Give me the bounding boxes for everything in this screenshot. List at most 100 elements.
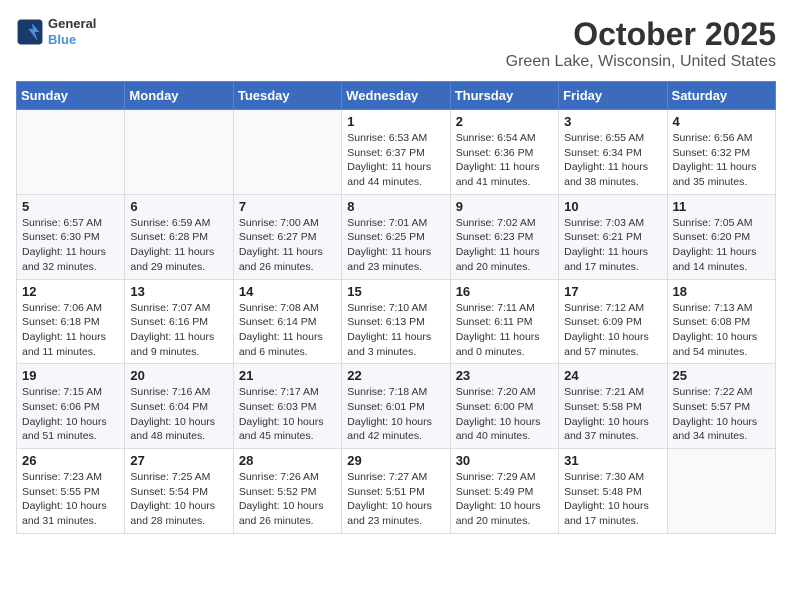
day-info: Sunrise: 7:23 AM Sunset: 5:55 PM Dayligh… — [22, 470, 119, 529]
calendar-cell: 26 Sunrise: 7:23 AM Sunset: 5:55 PM Dayli… — [17, 449, 125, 534]
calendar-cell: 22 Sunrise: 7:18 AM Sunset: 6:01 PM Dayli… — [342, 364, 450, 449]
day-info: Sunrise: 7:20 AM Sunset: 6:00 PM Dayligh… — [456, 385, 553, 444]
calendar-cell: 10 Sunrise: 7:03 AM Sunset: 6:21 PM Dayli… — [559, 194, 667, 279]
calendar-cell: 6 Sunrise: 6:59 AM Sunset: 6:28 PM Daylig… — [125, 194, 233, 279]
day-number: 26 — [22, 453, 119, 468]
day-number: 3 — [564, 114, 661, 129]
day-number: 28 — [239, 453, 336, 468]
calendar-week-row: 26 Sunrise: 7:23 AM Sunset: 5:55 PM Dayli… — [17, 449, 776, 534]
day-info: Sunrise: 6:55 AM Sunset: 6:34 PM Dayligh… — [564, 131, 661, 190]
calendar-cell: 13Sunrise: 7:07 AM Sunset: 6:16 PM Dayli… — [125, 279, 233, 364]
calendar-cell: 20Sunrise: 7:16 AM Sunset: 6:04 PM Dayli… — [125, 364, 233, 449]
day-number: 16 — [456, 284, 553, 299]
calendar-cell: 16Sunrise: 7:11 AM Sunset: 6:11 PM Dayli… — [450, 279, 558, 364]
day-info: Sunrise: 7:13 AM Sunset: 6:08 PM Dayligh… — [673, 301, 770, 360]
calendar-cell — [233, 110, 341, 195]
calendar-header-row: SundayMondayTuesdayWednesdayThursdayFrid… — [17, 82, 776, 110]
calendar-cell: 18 Sunrise: 7:13 AM Sunset: 6:08 PM Dayli… — [667, 279, 775, 364]
day-info: Sunrise: 7:03 AM Sunset: 6:21 PM Dayligh… — [564, 216, 661, 275]
calendar-cell: 24 Sunrise: 7:21 AM Sunset: 5:58 PM Dayli… — [559, 364, 667, 449]
calendar-cell: 12 Sunrise: 7:06 AM Sunset: 6:18 PM Dayli… — [17, 279, 125, 364]
day-info: Sunrise: 7:22 AM Sunset: 5:57 PM Dayligh… — [673, 385, 770, 444]
calendar-cell: 4 Sunrise: 6:56 AM Sunset: 6:32 PM Daylig… — [667, 110, 775, 195]
day-info: Sunrise: 6:54 AM Sunset: 6:36 PM Dayligh… — [456, 131, 553, 190]
weekday-header: Tuesday — [233, 82, 341, 110]
day-number: 10 — [564, 199, 661, 214]
weekday-header: Monday — [125, 82, 233, 110]
day-number: 20 — [130, 368, 227, 383]
calendar-table: SundayMondayTuesdayWednesdayThursdayFrid… — [16, 81, 776, 534]
day-info: Sunrise: 7:06 AM Sunset: 6:18 PM Dayligh… — [22, 301, 119, 360]
day-info: Sunrise: 7:18 AM Sunset: 6:01 PM Dayligh… — [347, 385, 444, 444]
page-subtitle: Green Lake, Wisconsin, United States — [506, 53, 776, 71]
weekday-header: Thursday — [450, 82, 558, 110]
day-number: 27 — [130, 453, 227, 468]
calendar-week-row: 19 Sunrise: 7:15 AM Sunset: 6:06 PM Dayli… — [17, 364, 776, 449]
page-title: October 2025 — [506, 16, 776, 53]
weekday-header: Wednesday — [342, 82, 450, 110]
day-number: 9 — [456, 199, 553, 214]
day-info: Sunrise: 7:10 AM Sunset: 6:13 PM Dayligh… — [347, 301, 444, 360]
calendar-cell: 25 Sunrise: 7:22 AM Sunset: 5:57 PM Dayli… — [667, 364, 775, 449]
calendar-cell: 11 Sunrise: 7:05 AM Sunset: 6:20 PM Dayli… — [667, 194, 775, 279]
day-number: 11 — [673, 199, 770, 214]
day-info: Sunrise: 7:26 AM Sunset: 5:52 PM Dayligh… — [239, 470, 336, 529]
calendar-cell: 15Sunrise: 7:10 AM Sunset: 6:13 PM Dayli… — [342, 279, 450, 364]
day-number: 18 — [673, 284, 770, 299]
day-info: Sunrise: 7:07 AM Sunset: 6:16 PM Dayligh… — [130, 301, 227, 360]
day-number: 6 — [130, 199, 227, 214]
day-number: 14 — [239, 284, 336, 299]
day-number: 22 — [347, 368, 444, 383]
day-info: Sunrise: 7:12 AM Sunset: 6:09 PM Dayligh… — [564, 301, 661, 360]
day-info: Sunrise: 6:57 AM Sunset: 6:30 PM Dayligh… — [22, 216, 119, 275]
calendar-cell: 14 Sunrise: 7:08 AM Sunset: 6:14 PM Dayli… — [233, 279, 341, 364]
calendar-cell — [125, 110, 233, 195]
day-info: Sunrise: 7:25 AM Sunset: 5:54 PM Dayligh… — [130, 470, 227, 529]
day-number: 24 — [564, 368, 661, 383]
day-number: 23 — [456, 368, 553, 383]
calendar-week-row: 1Sunrise: 6:53 AM Sunset: 6:37 PM Daylig… — [17, 110, 776, 195]
day-number: 21 — [239, 368, 336, 383]
calendar-cell: 2 Sunrise: 6:54 AM Sunset: 6:36 PM Daylig… — [450, 110, 558, 195]
day-number: 30 — [456, 453, 553, 468]
day-number: 5 — [22, 199, 119, 214]
day-number: 17 — [564, 284, 661, 299]
day-info: Sunrise: 7:01 AM Sunset: 6:25 PM Dayligh… — [347, 216, 444, 275]
logo: General Blue — [16, 16, 96, 47]
calendar-cell: 28 Sunrise: 7:26 AM Sunset: 5:52 PM Dayli… — [233, 449, 341, 534]
calendar-cell: 21 Sunrise: 7:17 AM Sunset: 6:03 PM Dayli… — [233, 364, 341, 449]
day-number: 19 — [22, 368, 119, 383]
title-block: October 2025 Green Lake, Wisconsin, Unit… — [506, 16, 776, 71]
day-number: 4 — [673, 114, 770, 129]
calendar-cell — [17, 110, 125, 195]
day-info: Sunrise: 7:15 AM Sunset: 6:06 PM Dayligh… — [22, 385, 119, 444]
day-number: 7 — [239, 199, 336, 214]
day-info: Sunrise: 7:30 AM Sunset: 5:48 PM Dayligh… — [564, 470, 661, 529]
day-info: Sunrise: 7:17 AM Sunset: 6:03 PM Dayligh… — [239, 385, 336, 444]
calendar-cell: 1Sunrise: 6:53 AM Sunset: 6:37 PM Daylig… — [342, 110, 450, 195]
calendar-cell: 9Sunrise: 7:02 AM Sunset: 6:23 PM Daylig… — [450, 194, 558, 279]
calendar-cell: 27 Sunrise: 7:25 AM Sunset: 5:54 PM Dayli… — [125, 449, 233, 534]
calendar-cell — [667, 449, 775, 534]
day-number: 25 — [673, 368, 770, 383]
weekday-header: Saturday — [667, 82, 775, 110]
calendar-cell: 19 Sunrise: 7:15 AM Sunset: 6:06 PM Dayli… — [17, 364, 125, 449]
day-info: Sunrise: 7:08 AM Sunset: 6:14 PM Dayligh… — [239, 301, 336, 360]
day-info: Sunrise: 6:53 AM Sunset: 6:37 PM Dayligh… — [347, 131, 444, 190]
calendar-week-row: 12 Sunrise: 7:06 AM Sunset: 6:18 PM Dayli… — [17, 279, 776, 364]
calendar-cell: 29Sunrise: 7:27 AM Sunset: 5:51 PM Dayli… — [342, 449, 450, 534]
day-number: 2 — [456, 114, 553, 129]
day-number: 12 — [22, 284, 119, 299]
weekday-header: Sunday — [17, 82, 125, 110]
weekday-header: Friday — [559, 82, 667, 110]
calendar-week-row: 5 Sunrise: 6:57 AM Sunset: 6:30 PM Daylig… — [17, 194, 776, 279]
calendar-cell: 30Sunrise: 7:29 AM Sunset: 5:49 PM Dayli… — [450, 449, 558, 534]
day-info: Sunrise: 6:56 AM Sunset: 6:32 PM Dayligh… — [673, 131, 770, 190]
day-info: Sunrise: 6:59 AM Sunset: 6:28 PM Dayligh… — [130, 216, 227, 275]
page-header: General Blue October 2025 Green Lake, Wi… — [16, 16, 776, 71]
calendar-cell: 17 Sunrise: 7:12 AM Sunset: 6:09 PM Dayli… — [559, 279, 667, 364]
calendar-cell: 31Sunrise: 7:30 AM Sunset: 5:48 PM Dayli… — [559, 449, 667, 534]
day-info: Sunrise: 7:21 AM Sunset: 5:58 PM Dayligh… — [564, 385, 661, 444]
calendar-cell: 5 Sunrise: 6:57 AM Sunset: 6:30 PM Daylig… — [17, 194, 125, 279]
day-info: Sunrise: 7:05 AM Sunset: 6:20 PM Dayligh… — [673, 216, 770, 275]
